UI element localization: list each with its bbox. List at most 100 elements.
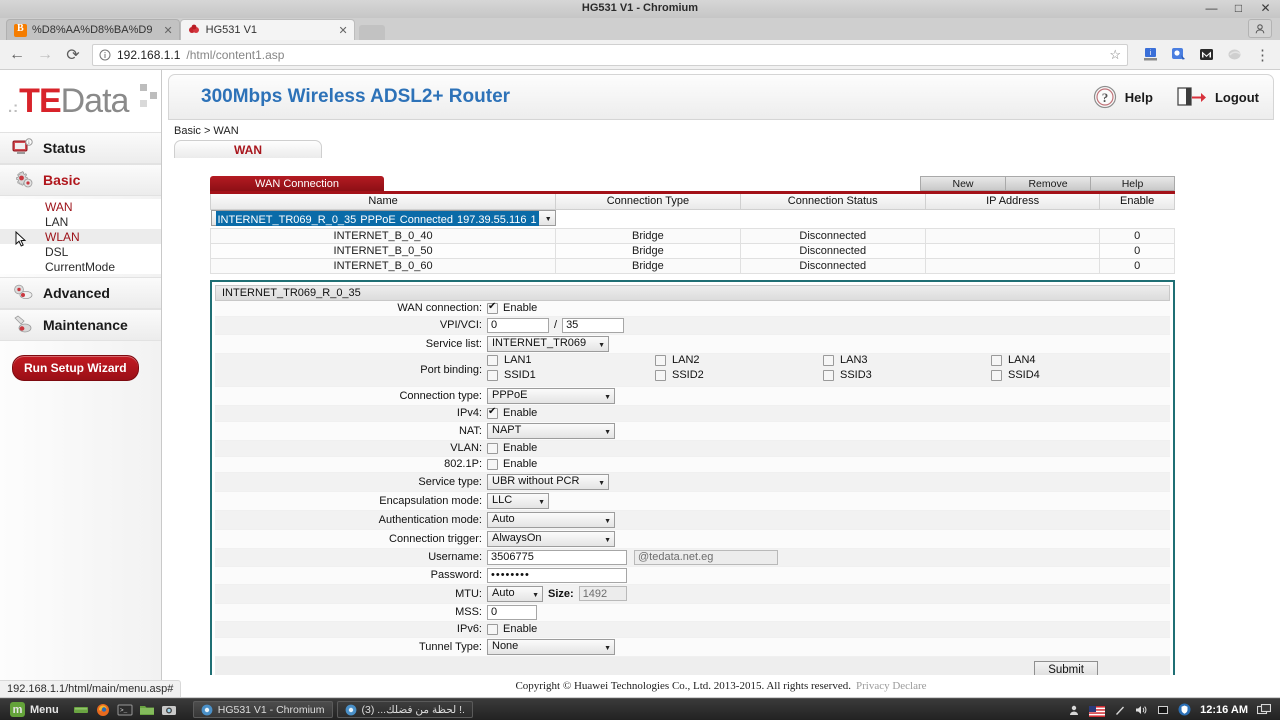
- vci-input[interactable]: [562, 317, 625, 333]
- new-tab-button[interactable]: [358, 25, 385, 40]
- port-binding-ssid2-checkbox[interactable]: [655, 369, 666, 381]
- sidebar-item-wlan[interactable]: WLAN: [0, 229, 161, 247]
- sidebar-item-dsl[interactable]: DSL: [0, 244, 161, 259]
- port-binding-ssid1-checkbox[interactable]: [487, 369, 498, 381]
- mss-input[interactable]: [487, 604, 537, 620]
- profile-button[interactable]: [1248, 19, 1272, 38]
- vpi-input[interactable]: [487, 317, 549, 333]
- port-binding-lan2-checkbox[interactable]: [655, 354, 666, 366]
- wan-table-buttons: New Remove Help: [920, 176, 1175, 191]
- run-setup-wizard-button[interactable]: Run Setup Wizard: [12, 355, 139, 381]
- files-icon[interactable]: [139, 703, 155, 717]
- screenshot-icon[interactable]: [161, 703, 177, 717]
- window-icon[interactable]: [1257, 704, 1271, 715]
- sidebar-item-lan[interactable]: LAN: [0, 214, 161, 229]
- taskbar-window-2[interactable]: (3) ...لحظة من فضلك !.: [336, 701, 473, 718]
- cell-status: Connected: [397, 210, 455, 226]
- us-flag-icon[interactable]: [1089, 704, 1106, 717]
- table-row[interactable]: INTERNET_B_0_50 Bridge Disconnected 0: [209, 242, 1175, 259]
- shield-icon[interactable]: [1178, 703, 1191, 716]
- minimize-button[interactable]: —: [1205, 1, 1218, 15]
- extension-icon-2[interactable]: [1170, 46, 1187, 63]
- mtu-select[interactable]: Auto: [487, 585, 543, 603]
- taskbar-window-1[interactable]: HG531 V1 - Chromium: [192, 701, 333, 718]
- sidebar-group-status[interactable]: i Status: [0, 132, 161, 164]
- username-input[interactable]: [487, 549, 627, 565]
- remove-button[interactable]: Remove: [1005, 176, 1090, 191]
- service-list-select[interactable]: INTERNET_TR069: [487, 335, 609, 353]
- start-menu-button[interactable]: m Menu: [4, 702, 65, 717]
- clock[interactable]: 12:16 AM: [1200, 704, 1248, 716]
- user-icon[interactable]: [1068, 704, 1080, 716]
- extension-icon-4[interactable]: [1226, 46, 1243, 63]
- table-row[interactable]: INTERNET_B_0_60 Bridge Disconnected 0: [209, 257, 1175, 274]
- password-input[interactable]: [487, 567, 627, 583]
- authentication-mode-select[interactable]: Auto: [487, 511, 615, 529]
- tunnel-type-select[interactable]: None: [487, 638, 615, 656]
- privacy-declare-link[interactable]: Privacy Declare: [856, 680, 927, 692]
- logo-te-text: TE: [19, 82, 61, 120]
- bookmark-star-icon[interactable]: ☆: [1109, 47, 1121, 63]
- vlan-checkbox[interactable]: [487, 442, 498, 454]
- volume-icon[interactable]: [1135, 704, 1148, 716]
- new-button[interactable]: New: [920, 176, 1005, 191]
- taskbar-fixed: m Menu >_ HG531 V1 - Chromium (3) ...لحظ…: [0, 698, 1280, 720]
- sidebar-item-currentmode[interactable]: CurrentMode: [0, 259, 161, 274]
- tab-wan[interactable]: WAN: [174, 140, 322, 158]
- dot1p-checkbox[interactable]: [487, 458, 498, 470]
- port-binding-ssid4-checkbox[interactable]: [991, 369, 1002, 381]
- gmail-icon[interactable]: [1198, 46, 1215, 63]
- close-button[interactable]: ✕: [1259, 1, 1272, 15]
- address-bar[interactable]: 192.168.1.1/html/content1.asp ☆: [92, 43, 1128, 66]
- display-icon[interactable]: [1157, 704, 1169, 716]
- cell-enable: 1: [528, 210, 539, 226]
- ipv6-checkbox[interactable]: [487, 623, 498, 635]
- tab-close-icon[interactable]: ✕: [338, 24, 347, 37]
- table-row[interactable]: INTERNET_TR069_R_0_35 PPPoE Connected 19…: [210, 210, 556, 227]
- field-label: Authentication mode:: [378, 513, 482, 526]
- field-service-list: Service list: INTERNET_TR069: [215, 334, 1170, 354]
- browser-tab-2[interactable]: HG531 V1 ✕: [179, 19, 355, 40]
- wan-connection-checkbox[interactable]: [487, 301, 498, 314]
- connection-type-select[interactable]: PPPoE: [487, 387, 615, 405]
- port-binding-lan3-checkbox[interactable]: [823, 354, 834, 366]
- table-row[interactable]: INTERNET_B_0_40 Bridge Disconnected 0: [209, 227, 1175, 244]
- field-authentication-mode: Authentication mode: Auto: [215, 510, 1170, 530]
- header-actions: ? Help Logout: [1093, 85, 1259, 109]
- browser-tab-1[interactable]: %D8%AA%D8%BA%D9 ✕: [6, 19, 180, 40]
- extension-icon-1[interactable]: i: [1142, 46, 1159, 63]
- terminal-icon[interactable]: >_: [117, 703, 133, 717]
- show-desktop-icon[interactable]: [73, 703, 89, 717]
- encapsulation-mode-select[interactable]: LLC: [487, 492, 549, 510]
- info-circle-icon[interactable]: [99, 49, 111, 61]
- logout-button[interactable]: Logout: [1177, 85, 1259, 109]
- help-button[interactable]: ? Help: [1093, 85, 1153, 109]
- field-label: Connection type:: [399, 389, 482, 402]
- te-data-logo: .:TEData: [0, 70, 161, 132]
- nat-select[interactable]: NAPT: [487, 422, 615, 440]
- ipv4-checkbox[interactable]: [487, 406, 498, 419]
- gear-icon: [12, 170, 34, 190]
- tab-title: HG531 V1: [205, 24, 258, 36]
- field-ipv4: IPv4: Enable: [215, 405, 1170, 422]
- maximize-button[interactable]: □: [1232, 1, 1245, 15]
- port-binding-lan1-checkbox[interactable]: [487, 354, 498, 366]
- port-binding-lan4-checkbox[interactable]: [991, 354, 1002, 366]
- sidebar-group-maintenance[interactable]: Maintenance: [0, 309, 161, 341]
- firefox-icon[interactable]: [95, 703, 111, 717]
- sidebar-item-wan[interactable]: WAN: [0, 199, 161, 214]
- reload-icon[interactable]: ⟳: [64, 45, 82, 65]
- table-help-button[interactable]: Help: [1090, 176, 1175, 191]
- forward-icon[interactable]: →: [36, 46, 54, 64]
- connection-trigger-select[interactable]: AlwaysOn: [487, 530, 615, 548]
- field-vlan: VLAN: Enable: [215, 440, 1170, 457]
- username-suffix-field: [634, 549, 778, 565]
- browser-menu-icon[interactable]: ⋮: [1253, 46, 1272, 64]
- sidebar-group-basic[interactable]: Basic: [0, 164, 161, 196]
- port-binding-ssid3-checkbox[interactable]: [823, 369, 834, 381]
- tab-close-icon[interactable]: ✕: [163, 24, 172, 37]
- sidebar-group-advanced[interactable]: Advanced: [0, 277, 161, 309]
- service-type-select[interactable]: UBR without PCR: [487, 473, 609, 491]
- brightness-icon[interactable]: [1114, 704, 1126, 716]
- back-icon[interactable]: ←: [8, 46, 26, 64]
